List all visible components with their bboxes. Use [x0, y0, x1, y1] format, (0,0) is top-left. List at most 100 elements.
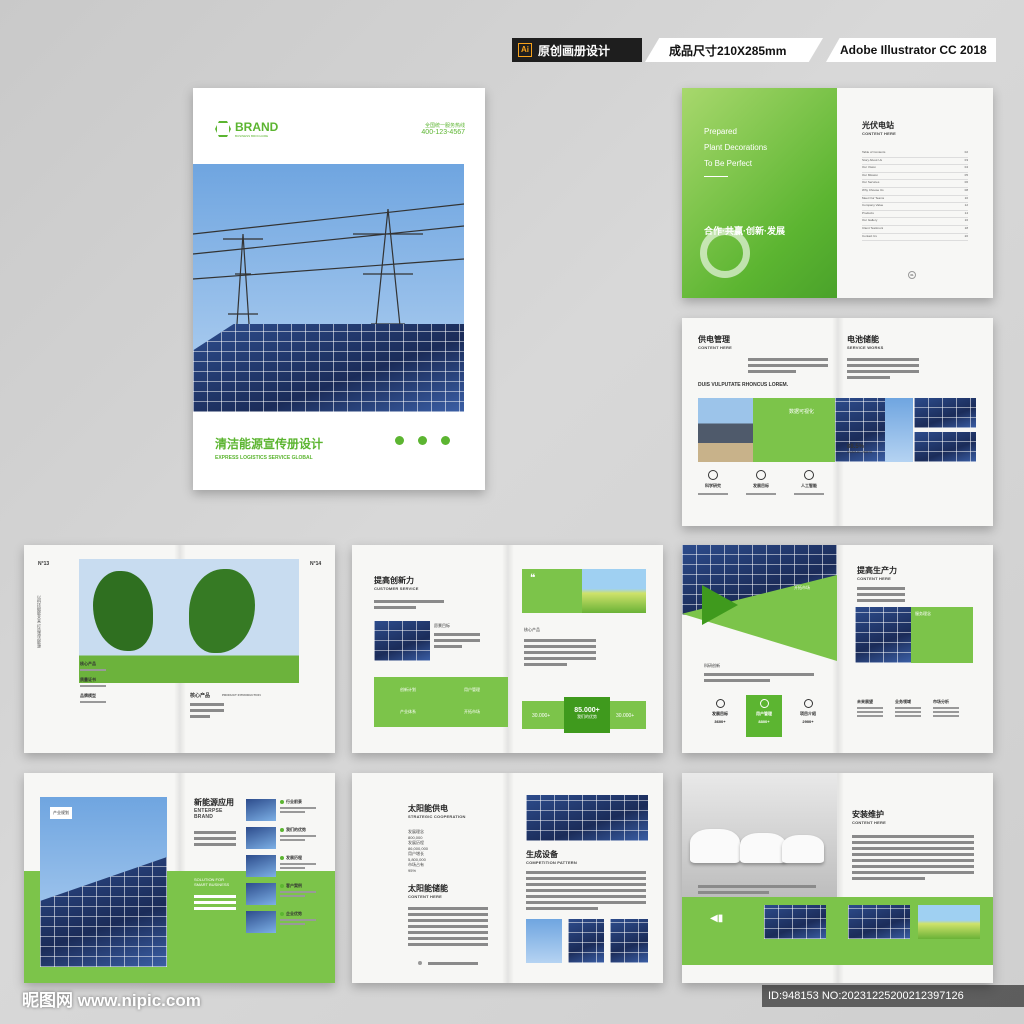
toc-row: Story About Us 03 [862, 158, 968, 166]
product-intro-label: PRODUCT INTRODUCTION [222, 693, 261, 697]
install-photo-1 [764, 905, 826, 939]
supply-spread: 供电管理 CONTENT HERE DUIS VULPUTATE RHONCUS… [682, 318, 993, 526]
list-photo [246, 827, 276, 849]
text-line [895, 715, 921, 717]
text-line [280, 839, 306, 841]
size-tag: 成品尺寸210X285mm [645, 38, 823, 62]
page-badge: 01 [908, 271, 916, 279]
list-label: 发展历程 [286, 855, 302, 860]
software-version-tag: Adobe Illustrator CC 2018 [826, 38, 996, 62]
install-photo-2 [848, 905, 910, 939]
toc-page: 03 [964, 157, 968, 162]
prod-col: 业务领域 [895, 699, 921, 717]
vision-label: 愿景目标 [434, 623, 450, 628]
prod-stat-value: 3600+ [714, 719, 726, 724]
toc-row: Contact Us 20 [862, 234, 968, 242]
solar-spread: 太阳能供电 STRATEGIC COOPERATION 发展理念 800,000 发… [352, 773, 663, 983]
stat-3: 30.000+ [616, 713, 635, 719]
list-head: 我们的优势 [280, 827, 316, 833]
solar-photo-2 [568, 919, 604, 963]
highlight-stat: 85.000+ 我们的优势 [564, 697, 610, 733]
solar-panels [193, 324, 464, 412]
prod-stat: 项目介绍 2900+ [790, 695, 826, 737]
list-text: 企业优势 [280, 911, 316, 925]
tree-label-item: 核心产品 [80, 661, 110, 671]
megaphone-icon: ◀▮ [710, 913, 724, 924]
toc-subtitle: CONTENT HERE [862, 131, 896, 136]
text-line [933, 711, 959, 713]
prod-col: 市场分析 [933, 699, 959, 717]
toc-page: 12 [964, 203, 968, 208]
list-text: 我们的优势 [280, 827, 316, 841]
toc-page: 16 [964, 218, 968, 223]
hexagon-icon [215, 121, 231, 137]
toc-item: Our Services [862, 180, 880, 185]
service-box: 服务理念 [911, 607, 973, 663]
text-line [895, 707, 921, 709]
circle-icon [804, 470, 814, 480]
circle-icon [756, 470, 766, 480]
toc-list: Table of Contents 02 Story About Us 03 Our V… [862, 150, 968, 242]
equipment-subtitle: COMPETITION PATTERN [526, 860, 577, 865]
new-list-row: 发展历程 [246, 855, 316, 877]
text-line [280, 811, 306, 813]
toc-item: Our Gallery [862, 218, 878, 223]
supply-icon-label: 人工智能 [801, 483, 817, 488]
vertical-caption: 以科技赋能未来 打造清洁能源 [37, 595, 42, 649]
new-list-row: 行业前景 [246, 799, 316, 821]
install-spread: 安装维护 CONTENT HERE ◀▮ [682, 773, 993, 983]
solar-storage-title: 太阳能储能 [408, 884, 448, 893]
supply-icon-item: 发展目标 [746, 470, 776, 495]
install-photo-3 [918, 905, 980, 939]
tree-label: 品牌模型 [80, 693, 96, 698]
production-spread: 开拓市场 科研创新 发展目标 3600+ 用户管理 8800+ 项目介绍 2900+ 提高… [682, 545, 993, 753]
solar-stat-line: 95% [408, 867, 417, 873]
page-number-right: N°14 [310, 561, 322, 567]
cover-page: BRAND BUSINESS BROCHURE 全国统一服务热线 400-123… [193, 88, 485, 490]
prod-stat: 用户管理 8800+ [746, 695, 782, 737]
location-icon [441, 436, 450, 445]
prod-stat-label: 项目介绍 [800, 711, 816, 716]
solar-storage-subtitle: CONTENT HERE [408, 894, 442, 899]
brand-subtitle: BUSINESS BROCHURE [235, 134, 269, 138]
prod-stat: 发展目标 3600+ [702, 695, 738, 737]
toc-item: Story About Us [862, 157, 883, 162]
supply-title: 供电管理 [698, 335, 730, 344]
car-3 [782, 835, 824, 863]
toc-row: Client Testimoni 18 [862, 226, 968, 234]
toc-row: Table of Contents 02 [862, 150, 968, 158]
stat-icon [803, 699, 813, 708]
toc-page: 04 [964, 165, 968, 170]
market-tag: 开拓市场 [794, 585, 810, 590]
image-id: ID:948153 NO:20231225200212397126 [762, 985, 1024, 1007]
solar-photo-3 [610, 919, 648, 963]
toc-page: 20 [964, 233, 968, 238]
solar-subtitle: STRATEGIC COOPERATION [408, 814, 466, 819]
list-label: 我们的优势 [286, 827, 306, 832]
tree-label-line [80, 669, 106, 671]
stat-1: 30.000+ [532, 713, 551, 719]
mail-icon [418, 436, 427, 445]
core-label: 核心产品 [524, 627, 540, 632]
brand-name: BRAND [235, 120, 279, 134]
supply-icon-label: 科学研究 [705, 483, 721, 488]
divider [794, 493, 824, 495]
tree-label: 质量证书 [80, 677, 96, 682]
cover-photo [193, 164, 464, 412]
size-text: 成品尺寸210X285mm [669, 43, 787, 58]
tree-head-left [93, 571, 153, 651]
service-tag: 服务理念 [915, 611, 931, 616]
production-photo [855, 607, 911, 663]
text-line [857, 711, 883, 713]
car-2 [740, 833, 786, 863]
list-photo [246, 911, 276, 933]
new-energy-title: 新能源应用 [194, 798, 234, 807]
prod-col-label: 未来展望 [857, 699, 873, 704]
plant-text: Plant Decorations [704, 143, 768, 152]
watermark: 昵图网 www.nipic.com [22, 991, 201, 1010]
text-line [280, 895, 306, 897]
supply-icon-item: 科学研究 [698, 470, 728, 495]
new-energy-photo [40, 797, 167, 967]
smart-business-text: SMART BUSINESS [194, 882, 230, 887]
toc-row: Company Value 12 [862, 203, 968, 211]
